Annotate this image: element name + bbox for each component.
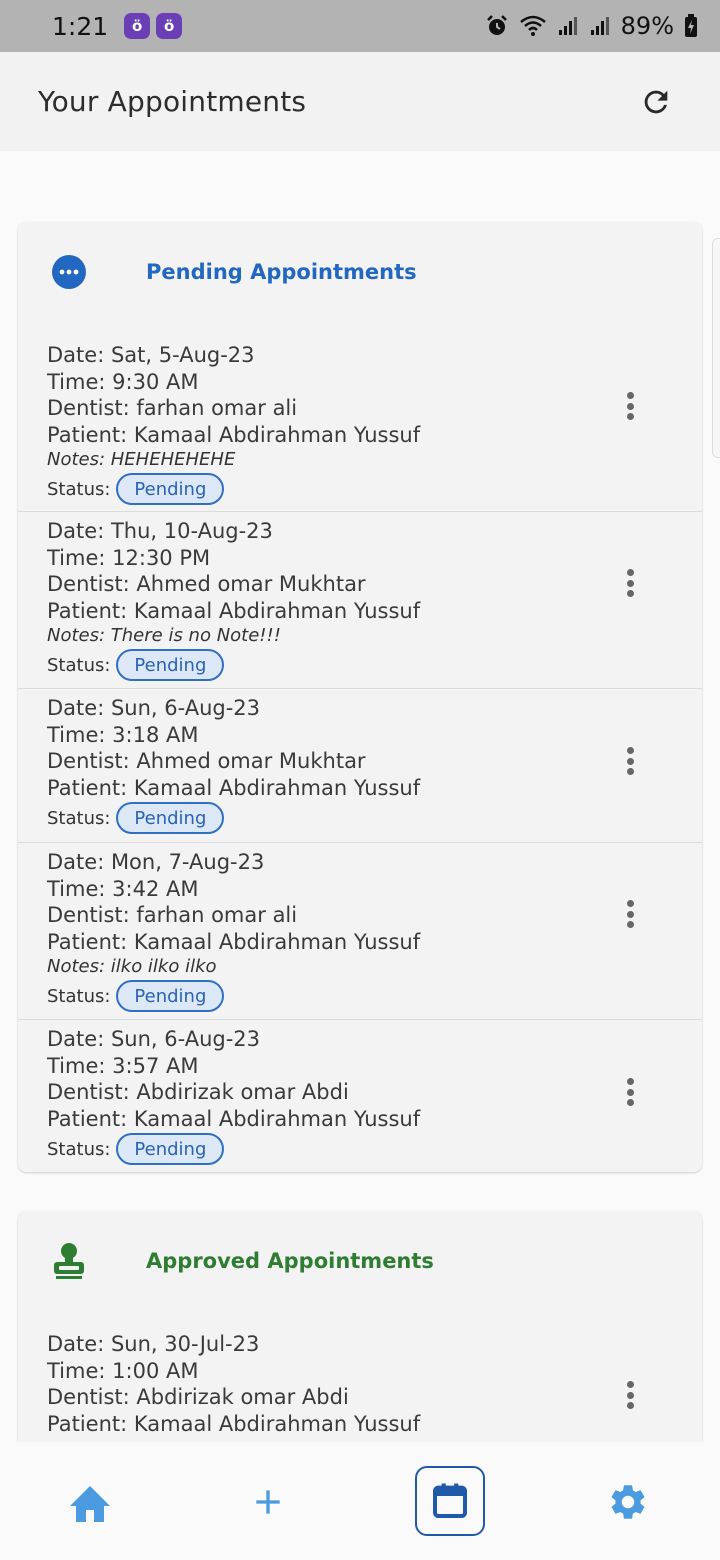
app-notification-icon: ö [124, 13, 151, 39]
more-vert-icon [626, 1078, 634, 1085]
more-vert-icon [626, 900, 634, 907]
appointment-patient: Patient: Kamaal Abdirahman Yussuf [47, 1106, 421, 1131]
add-icon [256, 1490, 280, 1514]
status-badge: Pending [116, 1133, 225, 1165]
nav-add-button[interactable] [232, 1466, 304, 1538]
appointment-date: Date: Sun, 6-Aug-23 [47, 696, 261, 720]
status-bar: 1:21 ö ö 89% [0, 0, 720, 52]
alarm-icon [486, 15, 507, 35]
status-label: Status: [47, 654, 111, 676]
more-options-button[interactable] [620, 1072, 640, 1112]
more-vert-icon [626, 1381, 634, 1388]
status-label: Status: [47, 478, 111, 500]
pending-section-header: Pending Appointments [18, 222, 702, 322]
appointment-item[interactable]: Date: Thu, 10-Aug-23 Time: 12:30 PM Dent… [18, 512, 702, 689]
appointment-time: Time: 1:00 AM [47, 1358, 199, 1383]
appointment-date: Date: Mon, 7-Aug-23 [47, 850, 265, 874]
more-vert-icon [626, 392, 634, 399]
appointment-item[interactable]: Date: Mon, 7-Aug-23 Time: 3:42 AM Dentis… [18, 843, 702, 1020]
appointment-item[interactable]: Date: Sat, 5-Aug-23 Time: 9:30 AM Dentis… [18, 322, 702, 512]
appointment-status-row: Status: Pending [47, 979, 673, 1013]
home-icon [70, 1486, 110, 1522]
nav-home-button[interactable] [54, 1466, 126, 1538]
status-badge: Pending [116, 802, 225, 834]
appointment-date: Date: Sun, 30-Jul-23 [47, 1332, 260, 1356]
more-options-button[interactable] [620, 741, 640, 781]
appointment-time: Time: 3:42 AM [47, 876, 199, 901]
appointment-dentist: Dentist: farhan omar ali [47, 396, 298, 420]
more-vert-icon [626, 569, 634, 576]
appointment-item[interactable]: Date: Sun, 6-Aug-23 Time: 3:18 AM Dentis… [18, 689, 702, 843]
side-panel-handle[interactable] [712, 238, 720, 458]
appointment-patient: Patient: Kamaal Abdirahman Yussuf [47, 775, 421, 800]
notification-icons: ö ö [124, 13, 183, 39]
page-title: Your Appointments [38, 85, 307, 118]
status-indicators: 89% [485, 12, 698, 40]
signal-icon [590, 17, 609, 35]
appointment-time: Time: 9:30 AM [47, 369, 199, 394]
more-options-button[interactable] [620, 1375, 640, 1415]
status-time: 1:21 [52, 11, 109, 41]
appointment-date: Date: Sat, 5-Aug-23 [47, 343, 255, 367]
pending-appointments-card: Pending Appointments Date: Sat, 5-Aug-23… [18, 222, 702, 1172]
appointment-item[interactable]: Date: Sun, 30-Jul-23 Time: 1:00 AM Denti… [18, 1311, 702, 1442]
battery-percent: 89% [620, 12, 674, 40]
appointment-patient: Patient: Kamaal Abdirahman Yussuf [47, 598, 421, 623]
app-notification-icon: ö [156, 13, 183, 39]
stamp-icon [50, 1242, 88, 1280]
appointment-item[interactable]: Date: Sun, 6-Aug-23 Time: 3:57 AM Dentis… [18, 1020, 702, 1172]
appointment-time: Time: 3:18 AM [47, 722, 199, 747]
appointment-time: Time: 3:57 AM [47, 1053, 199, 1078]
appointment-notes: Notes: There is no Note!!! [47, 625, 281, 646]
more-horizontal-circle-icon [50, 253, 88, 291]
status-badge: Pending [116, 473, 225, 505]
wifi-icon [519, 15, 546, 36]
appointment-patient: Patient: Kamaal Abdirahman Yussuf [47, 422, 421, 447]
appointment-notes: Notes: ilko ilko ilko [47, 956, 217, 977]
app-bar: Your Appointments [0, 52, 720, 151]
status-badge: Pending [116, 649, 225, 681]
appointment-notes: Notes: HEHEHEHEHE [47, 449, 236, 470]
appointment-dentist: Dentist: Ahmed omar Mukhtar [47, 572, 366, 596]
more-options-button[interactable] [620, 563, 640, 603]
appointment-status-row: Status: Pending [47, 801, 673, 835]
appointment-time: Time: 12:30 PM [47, 545, 211, 570]
refresh-icon [644, 90, 668, 113]
appointment-status-row: Status: Pending [47, 472, 673, 506]
status-label: Status: [47, 1138, 111, 1160]
approved-section-header: Approved Appointments [18, 1211, 702, 1311]
appointment-dentist: Dentist: Abdirizak omar Abdi [47, 1385, 349, 1409]
battery-icon [685, 14, 697, 37]
appointment-status-row: Status: Pending [47, 648, 673, 682]
appointment-patient: Patient: Kamaal Abdirahman Yussuf [47, 1411, 421, 1436]
appointments-scroll-area[interactable]: Pending Appointments Date: Sat, 5-Aug-23… [0, 151, 720, 1442]
appointment-status-row: Status: Pending [47, 1132, 673, 1166]
appointment-date: Date: Thu, 10-Aug-23 [47, 519, 273, 543]
appointment-dentist: Dentist: farhan omar ali [47, 903, 298, 927]
more-options-button[interactable] [620, 386, 640, 426]
appointment-date: Date: Sun, 6-Aug-23 [47, 1027, 261, 1051]
more-vert-icon [626, 747, 634, 754]
appointment-patient: Patient: Kamaal Abdirahman Yussuf [47, 929, 421, 954]
nav-settings-button[interactable] [592, 1466, 664, 1538]
more-options-button[interactable] [620, 894, 640, 934]
status-label: Status: [47, 807, 111, 829]
settings-icon [611, 1485, 645, 1519]
signal-icon [558, 17, 577, 35]
refresh-button[interactable] [630, 76, 682, 128]
bottom-navigation [0, 1442, 720, 1560]
pending-section-title: Pending Appointments [146, 260, 417, 284]
appointment-dentist: Dentist: Abdirizak omar Abdi [47, 1080, 349, 1104]
approved-section-title: Approved Appointments [146, 1249, 434, 1273]
status-badge: Pending [116, 980, 225, 1012]
nav-appointments-button[interactable] [415, 1466, 485, 1536]
status-label: Status: [47, 985, 111, 1007]
appointment-dentist: Dentist: Ahmed omar Mukhtar [47, 749, 366, 773]
approved-appointments-card: Approved Appointments Date: Sun, 30-Jul-… [18, 1211, 702, 1442]
calendar-icon [433, 1483, 467, 1518]
